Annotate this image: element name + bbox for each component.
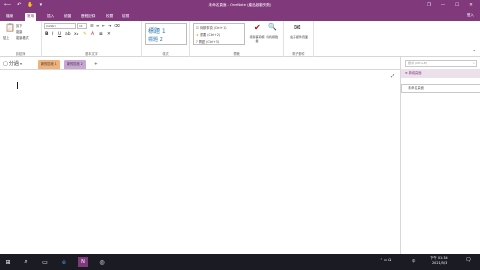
bold-icon[interactable]: B xyxy=(45,32,48,37)
heading2-style[interactable]: 標題 2 xyxy=(148,36,163,43)
task-view-icon[interactable]: ▭ xyxy=(40,257,50,267)
todo-tag-button[interactable]: 待辦事項標籤 xyxy=(249,35,265,43)
ribbon-tabs: 檔案 常用 插入 繪圖 歷程記錄 校閱 檢視 登入 xyxy=(0,11,480,21)
input-language[interactable]: 中 xyxy=(412,258,415,263)
add-page-button[interactable]: ⊕ 新增頁面 xyxy=(401,69,480,78)
question-tag[interactable]: ? 問題 (Ctrl+3) xyxy=(196,39,219,44)
notebook-icon: ▢ xyxy=(3,60,8,67)
clipboard-label: 剪貼簿 xyxy=(15,52,26,56)
tags-gallery: ☑ 待辦事項 (Ctrl+1) ★ 重要 (Ctrl+2) ? 問題 (Ctrl… xyxy=(193,23,245,45)
important-tag[interactable]: ★ 重要 (Ctrl+2) xyxy=(196,32,220,37)
strikethrough-icon[interactable]: ab xyxy=(65,32,71,37)
tags-group: ☑ 待辦事項 (Ctrl+1) ★ 重要 (Ctrl+2) ? 問題 (Ctrl… xyxy=(190,21,284,57)
restore-ribbon-button[interactable]: ❐ xyxy=(422,1,436,10)
tab-draw[interactable]: 繪圖 xyxy=(62,13,73,21)
search-icon[interactable]: ⌕ xyxy=(21,257,31,267)
styles-group: 標題 1 標題 2 樣式 xyxy=(142,21,190,57)
tab-history[interactable]: 歷程記錄 xyxy=(79,13,97,21)
copy-button[interactable]: 複製 xyxy=(16,29,22,34)
add-section-button[interactable]: + xyxy=(91,60,101,69)
page-list-item[interactable]: 未命名頁面 xyxy=(401,84,480,93)
text-cursor xyxy=(17,82,18,89)
search-icon[interactable]: 🔍 xyxy=(268,24,277,31)
tags-label: 標籤 xyxy=(233,52,240,56)
tab-file[interactable]: 檔案 xyxy=(4,13,15,21)
ribbon: 📋 貼上 剪下 複製 複製格式 剪貼簿 Calibri 11 ☰ ≡ ⇤ ⇥ ⌫… xyxy=(0,21,480,57)
taskbar: ⊞ ⌕ ▭ e N ◎ ⌃ ▭ ☊ 中 下午 01:34 2021/5/3 🗨 xyxy=(0,254,480,270)
notebook-selector[interactable]: ▢ 分過 ▾ xyxy=(3,59,22,68)
search-input[interactable]: 搜尋 (Ctrl+E) ⌕ xyxy=(405,60,477,67)
tray-icons[interactable]: ⌃ ▭ ☊ xyxy=(380,258,391,262)
close-button[interactable]: ✕ xyxy=(464,1,478,10)
heading1-style[interactable]: 標題 1 xyxy=(148,26,166,35)
email-label: 電子郵件 xyxy=(292,52,305,56)
numbering-icon[interactable]: ≡ xyxy=(96,23,99,28)
section-tab-2[interactable]: 新的區段 2 xyxy=(64,60,86,69)
basic-text-label: 基本文字 xyxy=(85,52,98,56)
format-painter-button[interactable]: 複製格式 xyxy=(16,35,29,40)
italic-icon[interactable]: I xyxy=(52,32,53,37)
onenote-icon[interactable]: N xyxy=(78,257,88,267)
font-color-icon[interactable]: A xyxy=(91,32,94,37)
tab-home[interactable]: 常用 xyxy=(25,13,37,21)
highlight-icon[interactable]: ✎ xyxy=(83,32,87,37)
notebook-bar: ▢ 分過 ▾ 新的區段 1 新的區段 2 + xyxy=(0,57,400,70)
expand-icon[interactable]: ⤢ xyxy=(391,73,394,78)
minimize-button[interactable]: — xyxy=(436,1,450,10)
styles-label: 樣式 xyxy=(162,52,169,56)
clock-date[interactable]: 2021/5/3 xyxy=(432,261,447,265)
tab-insert[interactable]: 插入 xyxy=(45,13,56,21)
collapse-ribbon-icon[interactable]: ⌃ xyxy=(473,49,476,54)
find-tags-button[interactable]: 尋找標籤 xyxy=(266,35,278,39)
email-icon[interactable]: ✉ xyxy=(294,24,301,32)
todo-tag[interactable]: ☑ 待辦事項 (Ctrl+1) xyxy=(196,25,227,30)
email-group: ✉ 電子郵件頁面 電子郵件 xyxy=(284,21,314,57)
clear-format-icon[interactable]: ⌫ xyxy=(114,23,120,28)
subscript-icon[interactable]: x₂ xyxy=(74,32,78,37)
increase-indent-icon[interactable]: ⇥ xyxy=(108,23,111,28)
decrease-indent-icon[interactable]: ⇤ xyxy=(102,23,105,28)
clipboard-group: 📋 貼上 剪下 複製 複製格式 剪貼簿 xyxy=(0,21,42,57)
basic-text-group: Calibri 11 ☰ ≡ ⇤ ⇥ ⌫ B I U ab x₂ ✎ A ≣ ✕… xyxy=(42,21,142,57)
maximize-button[interactable]: ☐ xyxy=(450,1,464,10)
delete-icon[interactable]: ✕ xyxy=(107,32,111,37)
sign-in-link[interactable]: 登入 xyxy=(467,13,474,18)
start-icon[interactable]: ⊞ xyxy=(3,257,13,267)
email-page-button[interactable]: 電子郵件頁面 xyxy=(287,35,311,39)
bullets-icon[interactable]: ☰ xyxy=(90,23,94,28)
font-size-select[interactable]: 11 xyxy=(77,23,87,29)
cut-button[interactable]: 剪下 xyxy=(16,23,22,28)
underline-icon[interactable]: U xyxy=(58,32,61,37)
tab-view[interactable]: 檢視 xyxy=(120,13,131,21)
section-tab-1[interactable]: 新的區段 1 xyxy=(38,60,60,69)
window-title: 未命名頁面 - OneNote (產品啟動失敗) xyxy=(208,3,272,7)
tab-review[interactable]: 校閱 xyxy=(104,13,115,21)
app-icon[interactable]: ◎ xyxy=(97,257,107,267)
window-controls: ❐ — ☐ ✕ xyxy=(422,1,478,10)
align-icon[interactable]: ≣ xyxy=(99,32,103,37)
title-bar: ⟵ ↶ ✋ ▾ 未命名頁面 - OneNote (產品啟動失敗) ❐ — ☐ ✕ xyxy=(0,0,480,11)
font-select[interactable]: Calibri xyxy=(44,23,76,29)
search-icon[interactable]: ⌕ xyxy=(473,61,475,66)
checkmark-icon[interactable]: ✔ xyxy=(254,24,261,32)
notification-icon[interactable]: 🗨 xyxy=(465,257,471,263)
paste-icon[interactable]: 📋 xyxy=(5,24,15,32)
chevron-down-icon: ▾ xyxy=(20,61,22,66)
edge-icon[interactable]: e xyxy=(59,257,69,267)
page-canvas[interactable]: ⤢ xyxy=(0,70,400,254)
paste-button[interactable]: 貼上 xyxy=(3,35,9,40)
page-list-pane: 搜尋 (Ctrl+E) ⌕ ⊕ 新增頁面 未命名頁面 xyxy=(400,57,480,254)
clock-time[interactable]: 下午 01:34 xyxy=(430,255,448,260)
styles-gallery: 標題 1 標題 2 xyxy=(145,23,187,45)
